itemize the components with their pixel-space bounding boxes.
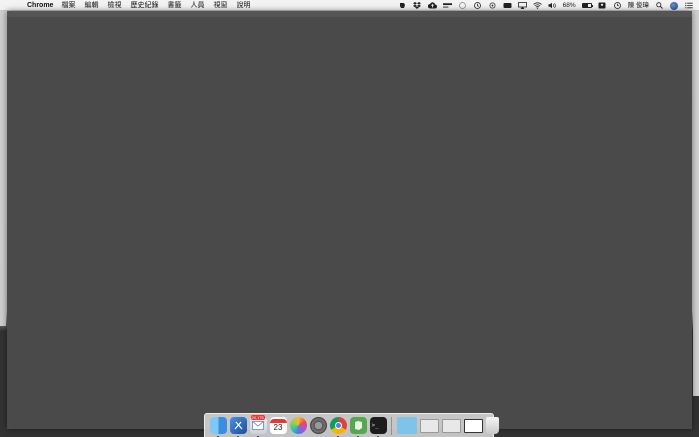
time-machine-icon[interactable]	[473, 2, 482, 9]
siri-icon[interactable]	[670, 1, 678, 10]
minimized-window-thumbnail[interactable]	[419, 418, 439, 433]
menu-bar: Chrome 檔案 編輯 檢視 歷史紀錄 書籤 人員 視窗 說明 68% 陳 俊…	[0, 0, 699, 11]
menu-view[interactable]: 檢視	[107, 0, 121, 11]
airplay-icon[interactable]	[517, 2, 527, 9]
menu-help[interactable]: 說明	[236, 0, 250, 11]
dock-separator	[391, 416, 392, 435]
photos-icon[interactable]	[289, 417, 307, 434]
menu-history[interactable]: 歷史紀錄	[130, 0, 158, 11]
battery-icon[interactable]	[581, 3, 593, 8]
menu-file[interactable]: 檔案	[61, 0, 75, 11]
notification-center-icon[interactable]	[684, 2, 693, 9]
spotlight-search-icon[interactable]	[655, 2, 664, 9]
menu-app-name[interactable]: Chrome	[27, 0, 53, 11]
wifi-icon[interactable]	[532, 2, 542, 9]
menu-edit[interactable]: 編輯	[84, 0, 98, 11]
terminal-prompt: >_	[371, 422, 379, 429]
chrome-icon[interactable]	[329, 417, 347, 437]
finder-icon[interactable]	[209, 417, 227, 437]
battery-level-fill	[582, 4, 589, 7]
evernote-status-icon[interactable]	[398, 2, 407, 9]
browser-window[interactable]	[7, 11, 692, 429]
cloud-upload-icon[interactable]	[427, 2, 437, 9]
battery-percentage[interactable]: 68%	[563, 0, 576, 11]
volume-icon[interactable]	[548, 2, 557, 9]
desktop-edge-right	[693, 11, 699, 396]
apple-menu-icon[interactable]	[10, 1, 18, 9]
mail-icon[interactable]: 20,175	[249, 415, 267, 437]
mail-badge: 20,175	[250, 415, 265, 420]
menu-bookmarks[interactable]: 書籤	[167, 0, 181, 11]
info-circle-icon[interactable]	[458, 2, 467, 9]
system-preferences-icon[interactable]	[309, 417, 327, 434]
dropbox-icon[interactable]	[413, 2, 422, 9]
xcode-icon[interactable]	[229, 417, 247, 437]
trash-icon[interactable]	[485, 417, 499, 434]
calendar-date: 23	[273, 423, 283, 432]
chrome-center	[334, 422, 342, 429]
desktop-edge-left	[0, 11, 6, 326]
minimized-window-thumbnail[interactable]	[463, 418, 483, 433]
user-card-icon[interactable]	[598, 2, 607, 9]
calendar-icon[interactable]: 23	[269, 417, 287, 434]
clock-icon[interactable]	[613, 2, 622, 9]
minimized-window-thumbnail[interactable]	[441, 418, 461, 433]
evernote-icon[interactable]	[349, 417, 367, 437]
dock: 20,175 23 >_	[204, 413, 499, 437]
bluetooth-icon[interactable]	[488, 2, 497, 9]
menu-window[interactable]: 視窗	[213, 0, 227, 11]
terminal-icon[interactable]: >_	[369, 417, 387, 437]
menu-people[interactable]: 人員	[190, 0, 204, 11]
user-name[interactable]: 陳 俊瑋	[628, 0, 649, 11]
menu-meter-icon[interactable]	[442, 2, 452, 9]
keyboard-input-icon[interactable]	[503, 2, 512, 9]
downloads-folder-icon[interactable]	[396, 417, 417, 434]
